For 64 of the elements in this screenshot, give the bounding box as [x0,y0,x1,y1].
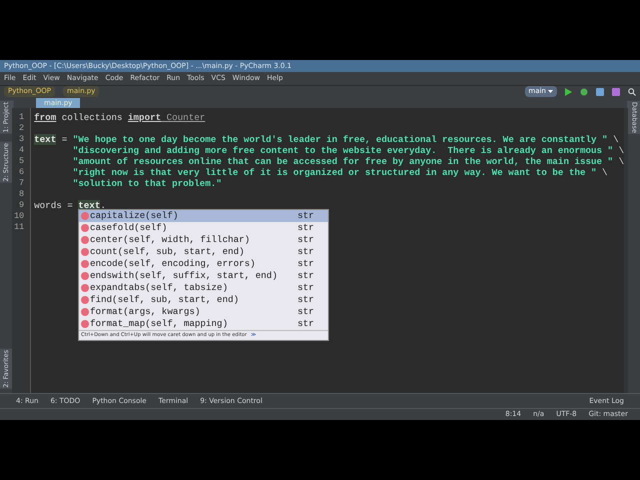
code-token: \ [618,145,624,156]
return-type: str [297,233,315,247]
line-number: 8 [19,189,24,200]
line-number: 3 [19,134,24,145]
code-token: \ [601,167,608,178]
method-signature: expandtabs(self, tabsize) [90,281,229,295]
method-signature: endswith(self, suffix, start, end) [90,269,278,283]
method-signature: find(self, sub, start, end) [90,293,240,307]
completion-item[interactable]: expandtabs(self, tabsize) str [79,282,328,294]
return-type: str [297,221,315,235]
completion-item[interactable]: encode(self, encoding, errors) str [79,258,328,270]
method-signature: format_map(self, mapping) [90,317,229,331]
debug-icon[interactable] [580,88,588,96]
completion-item[interactable]: find(self, sub, start, end) str [79,294,328,306]
line-number: 4 [19,145,24,156]
completion-item[interactable]: casefold(self) str [79,222,328,234]
line-number: 6 [19,167,24,178]
line-number: 7 [19,178,24,189]
method-signature: count(self, sub, start, end) [90,245,246,259]
code-token: "solution to that problem." [72,178,222,189]
code-token: = [60,134,68,145]
method-signature: encode(self, encoding, errors) [90,257,256,271]
method-signature: center(self, width, fillchar) [90,233,251,247]
return-type: str [297,269,315,283]
method-signature: capitalize(self) [90,209,180,223]
code-token: text [34,134,56,145]
return-type: str [297,281,315,295]
return-type: str [297,257,315,271]
code-token: . [100,200,106,211]
code-token: "discovering and adding more free content to the website everyday. There is already an enormous " [72,145,614,156]
completion-item[interactable]: endswith(self, suffix, start, end) str [79,270,328,282]
line-number: 2 [19,123,24,134]
completion-item[interactable]: count(self, sub, start, end) str [79,246,328,258]
completion-item[interactable]: format_map(self, mapping) str [79,318,328,330]
line-number: 9 [19,200,24,211]
line-number: 10 [14,211,24,222]
run-icon[interactable] [565,88,572,96]
code-token: collections [60,112,124,123]
line-number: 1 [19,112,24,123]
method-signature: format(args, kwargs) [90,305,202,319]
code-editor[interactable] [12,108,628,393]
completion-item[interactable]: capitalize(self) str [79,210,328,222]
line-number: 5 [19,156,24,167]
caret-icon [548,90,553,93]
code-token: = [66,200,74,211]
line-number: 11 [14,222,24,233]
code-token: \ [612,134,619,145]
completion-item[interactable]: center(self, width, fillchar) str [79,234,328,246]
code-token: from [34,112,56,123]
return-type: str [297,293,315,307]
return-type: str [297,305,315,319]
return-type: str [297,245,315,259]
code-token: "amount of resources online that can be accessed for free by anyone in the world, the main issue " [72,156,614,167]
code-token: words [34,200,62,211]
code-token: Counter [166,112,206,123]
search-icon[interactable] [628,88,636,96]
code-token: "We hope to one day become the world's leader in free, educational resources. We are constantly " [72,134,608,145]
method-signature: casefold(self) [90,221,168,235]
return-type: str [297,209,315,223]
code-token: "right now is that very little of it is organized or structured in any way. We want to be the " [72,167,597,178]
code-token: \ [618,156,624,167]
return-type: str [297,317,315,331]
completion-item[interactable]: format(args, kwargs) str [79,306,328,318]
code-token: import [128,112,161,123]
